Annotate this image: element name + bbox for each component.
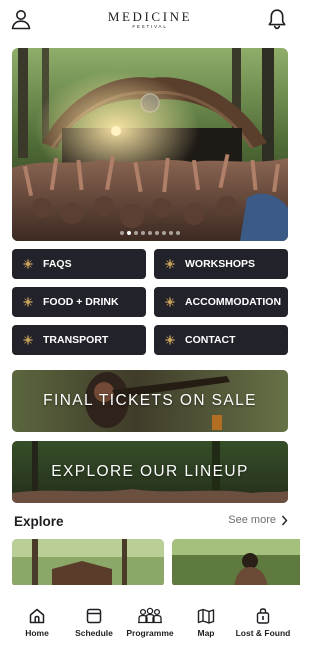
see-more-link[interactable]: See more <box>228 514 288 526</box>
faqs-button[interactable]: FAQS <box>12 249 146 279</box>
emblem-icon <box>22 334 34 346</box>
bottom-navigation: Home Schedule Programme Map Lost & Found <box>0 585 300 650</box>
explore-card[interactable] <box>172 539 300 587</box>
carousel-dot[interactable] <box>127 231 131 235</box>
transport-label: TRANSPORT <box>43 334 109 346</box>
nav-programme[interactable]: Programme <box>124 607 176 638</box>
map-icon <box>197 608 215 624</box>
lost-found-icon <box>256 608 270 624</box>
workshops-button[interactable]: WORKSHOPS <box>154 249 288 279</box>
explore-card[interactable] <box>12 539 164 587</box>
festival-logo: MEDICINE FESTIVAL <box>0 10 300 30</box>
contact-label: CONTACT <box>185 334 236 346</box>
emblem-icon <box>22 296 34 308</box>
explore-card-image <box>172 539 300 587</box>
emblem-icon <box>164 334 176 346</box>
tickets-banner-text: FINAL TICKETS ON SALE <box>43 392 257 409</box>
hero-image <box>12 48 288 241</box>
nav-map-label: Map <box>197 628 215 638</box>
calendar-icon <box>86 608 102 624</box>
logo-main-text: MEDICINE <box>107 9 193 24</box>
chevron-right-icon <box>281 515 288 525</box>
transport-button[interactable]: TRANSPORT <box>12 325 146 355</box>
food-drink-button[interactable]: FOOD + DRINK <box>12 287 146 317</box>
logo-sub-text: FESTIVAL <box>132 24 168 29</box>
carousel-dots[interactable] <box>12 231 288 235</box>
food-drink-label: FOOD + DRINK <box>43 296 119 308</box>
carousel-dot[interactable] <box>155 231 159 235</box>
nav-programme-label: Programme <box>126 628 174 638</box>
lineup-banner-text: EXPLORE OUR LINEUP <box>51 463 249 480</box>
nav-schedule-label: Schedule <box>75 628 113 638</box>
carousel-dot[interactable] <box>120 231 124 235</box>
bell-icon[interactable] <box>266 8 288 30</box>
nav-schedule[interactable]: Schedule <box>72 607 116 638</box>
carousel-dot[interactable] <box>141 231 145 235</box>
contact-button[interactable]: CONTACT <box>154 325 288 355</box>
emblem-icon <box>164 296 176 308</box>
nav-lost-found[interactable]: Lost & Found <box>234 607 292 638</box>
people-icon <box>138 607 162 624</box>
hero-carousel[interactable] <box>12 48 288 241</box>
nav-map[interactable]: Map <box>190 607 222 638</box>
workshops-label: WORKSHOPS <box>185 258 256 270</box>
carousel-dot[interactable] <box>162 231 166 235</box>
emblem-icon <box>164 258 176 270</box>
nav-home-label: Home <box>25 628 49 638</box>
carousel-dot[interactable] <box>176 231 180 235</box>
home-icon <box>29 608 45 624</box>
accommodation-label: ACCOMMODATION <box>185 296 282 308</box>
accommodation-button[interactable]: ACCOMMODATION <box>154 287 288 317</box>
see-more-label: See more <box>228 514 276 526</box>
carousel-dot[interactable] <box>169 231 173 235</box>
explore-lineup-banner[interactable]: EXPLORE OUR LINEUP <box>12 441 288 503</box>
faqs-label: FAQS <box>43 258 72 270</box>
emblem-icon <box>22 258 34 270</box>
carousel-dot[interactable] <box>148 231 152 235</box>
final-tickets-banner[interactable]: FINAL TICKETS ON SALE <box>12 370 288 432</box>
nav-home[interactable]: Home <box>20 607 54 638</box>
explore-card-image <box>12 539 164 587</box>
nav-lost-found-label: Lost & Found <box>235 628 291 638</box>
app-header: MEDICINE FESTIVAL <box>0 0 300 40</box>
carousel-dot[interactable] <box>134 231 138 235</box>
explore-heading: Explore <box>14 514 64 529</box>
